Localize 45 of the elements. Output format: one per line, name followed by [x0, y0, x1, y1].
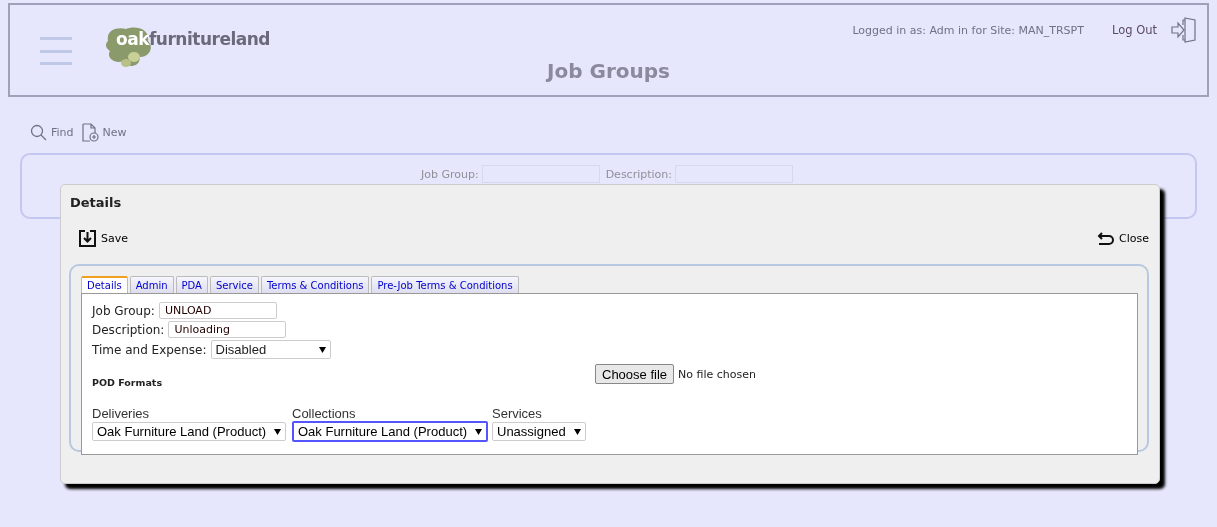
undo-arrow-icon: [1096, 231, 1115, 246]
tab[interactable]: Admin: [129, 276, 174, 293]
dropdown[interactable]: Oak Furniture Land (Product): [292, 421, 489, 442]
field-label: Description:: [605, 168, 672, 183]
dropdown-arrow-icon: [318, 346, 326, 353]
dropdown[interactable]: Oak Furniture Land (Product): [92, 422, 287, 441]
login-info: Logged in as: Adm in for Site: MAN_TRSPT: [852, 23, 1084, 37]
page-title: Job Groups: [547, 59, 670, 83]
dropdown[interactable]: Disabled: [210, 340, 331, 359]
logo-text: furnitureland: [148, 29, 270, 49]
tab[interactable]: PDA: [175, 276, 208, 293]
dropdown-arrow-icon: [274, 428, 282, 435]
exit-door-icon[interactable]: [1171, 17, 1197, 43]
section-heading: POD Formats: [92, 377, 163, 388]
choose-file-button[interactable]: Choose file: [595, 364, 675, 384]
field-label: Time and Expense:: [92, 342, 207, 357]
logo-text: oak: [115, 29, 149, 49]
save-icon: [79, 230, 96, 247]
tab[interactable]: Details: [81, 276, 128, 293]
menu-icon[interactable]: [40, 37, 72, 65]
input-field[interactable]: Unloading: [168, 321, 287, 338]
logout-link[interactable]: Log Out: [1111, 23, 1157, 37]
input-field[interactable]: [481, 165, 600, 183]
file-status: No file chosen: [678, 367, 756, 381]
save-button[interactable]: Save: [79, 230, 128, 247]
tab[interactable]: Terms & Conditions: [260, 276, 370, 293]
field-label: Description:: [92, 322, 165, 337]
find-button[interactable]: Find: [30, 124, 74, 141]
new-document-icon: [81, 123, 99, 142]
tab[interactable]: Pre-Job Terms & Conditions: [371, 276, 519, 293]
field-label: Services: [492, 406, 543, 421]
dropdown[interactable]: Unassigned: [492, 422, 586, 441]
dropdown-arrow-icon: [573, 428, 581, 435]
input-field[interactable]: UNLOAD: [158, 302, 277, 319]
search-icon: [30, 124, 47, 141]
field-label: Job Group:: [92, 303, 155, 318]
field-label: Deliveries: [92, 406, 151, 421]
field-label: Job Group:: [421, 168, 479, 183]
close-button[interactable]: Close: [1096, 231, 1149, 246]
dropdown-arrow-icon: [475, 428, 483, 435]
dialog-title: Details: [70, 195, 122, 210]
input-field[interactable]: [675, 165, 793, 183]
new-button[interactable]: New: [81, 123, 127, 142]
field-label: Collections: [292, 406, 357, 421]
tab[interactable]: Service: [209, 276, 259, 293]
